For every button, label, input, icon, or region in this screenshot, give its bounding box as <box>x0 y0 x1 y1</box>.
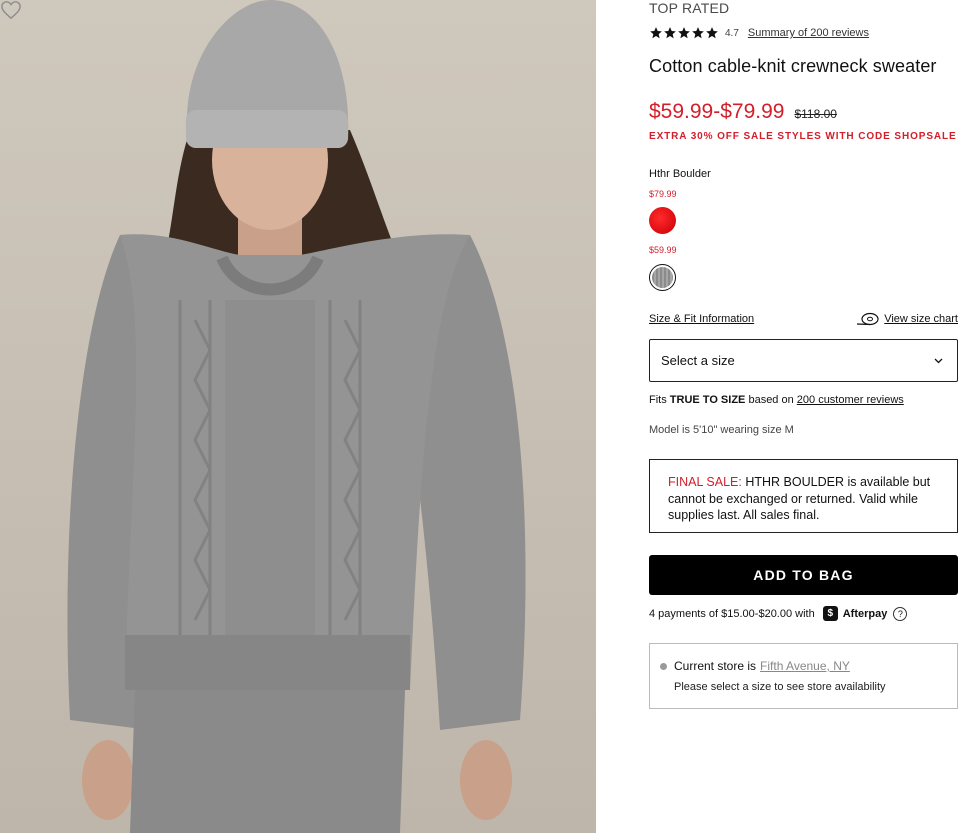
star-rating <box>649 26 719 40</box>
fit-summary: Fits TRUE TO SIZE based on 200 customer … <box>649 394 904 406</box>
current-store-label: Current store is <box>674 659 757 673</box>
size-select-label: Select a size <box>661 353 735 368</box>
fit-verdict: TRUE TO SIZE <box>669 394 746 406</box>
model-size-note: Model is 5'10" wearing size M <box>649 424 794 436</box>
store-availability-note: Please select a size to see store availa… <box>674 681 886 693</box>
star-icon <box>664 27 676 39</box>
top-rated-badge: TOP RATED <box>649 0 730 16</box>
add-to-bag-button[interactable]: ADD TO BAG <box>649 555 958 595</box>
store-availability-box: Current store is Fifth Avenue, NY Please… <box>649 643 958 709</box>
promo-text: EXTRA 30% OFF SALE STYLES WITH CODE SHOP… <box>649 131 957 142</box>
star-icon <box>692 27 704 39</box>
customer-reviews-link[interactable]: 200 customer reviews <box>797 394 904 406</box>
swatch-price-grey: $59.99 <box>649 245 677 255</box>
color-swatch-hthr-boulder[interactable] <box>649 264 676 291</box>
reviews-summary-link[interactable]: Summary of 200 reviews <box>748 27 869 39</box>
product-title: Cotton cable-knit crewneck sweater <box>649 56 937 76</box>
final-sale-label: FINAL SALE: <box>668 475 742 489</box>
final-sale-notice: FINAL SALE: HTHR BOULDER is available bu… <box>649 459 958 533</box>
store-name-link[interactable]: Fifth Avenue, NY <box>760 659 850 673</box>
size-chart-label[interactable]: View size chart <box>884 313 958 325</box>
size-select[interactable]: Select a size <box>649 339 958 382</box>
fit-prefix: Fits <box>649 394 667 406</box>
afterpay-name: Afterpay <box>842 607 888 620</box>
heart-icon[interactable] <box>0 0 22 20</box>
rating-value: 4.7 <box>725 27 739 39</box>
star-icon <box>650 27 662 39</box>
model-photo-illustration <box>67 0 526 833</box>
star-icon <box>706 27 718 39</box>
star-icon <box>678 27 690 39</box>
size-chart-link[interactable]: View size chart <box>856 312 958 326</box>
rating-row: 4.7 Summary of 200 reviews <box>649 25 869 41</box>
sale-price: $59.99-$79.99 <box>649 100 785 123</box>
color-swatch-red[interactable] <box>649 207 676 234</box>
swatch-fill <box>652 267 673 288</box>
product-image <box>0 0 596 833</box>
selected-color-name: Hthr Boulder <box>649 168 711 180</box>
help-icon[interactable]: ? <box>893 606 908 621</box>
afterpay-logo-icon: $ <box>822 606 838 621</box>
fit-mid-text: based on <box>748 394 794 406</box>
tape-measure-icon <box>857 312 879 326</box>
status-dot-icon <box>660 662 667 670</box>
size-fit-info-link[interactable]: Size & Fit Information <box>649 313 754 325</box>
price-row: $59.99-$79.99 $118.00 <box>649 100 837 124</box>
afterpay-text: 4 payments of $15.00-$20.00 with <box>649 607 815 620</box>
afterpay-row: 4 payments of $15.00-$20.00 with $ After… <box>649 606 908 621</box>
original-price: $118.00 <box>794 107 837 121</box>
current-store-line: Current store is Fifth Avenue, NY <box>660 659 947 673</box>
swatch-price-red: $79.99 <box>649 189 677 199</box>
chevron-down-icon <box>934 358 943 363</box>
